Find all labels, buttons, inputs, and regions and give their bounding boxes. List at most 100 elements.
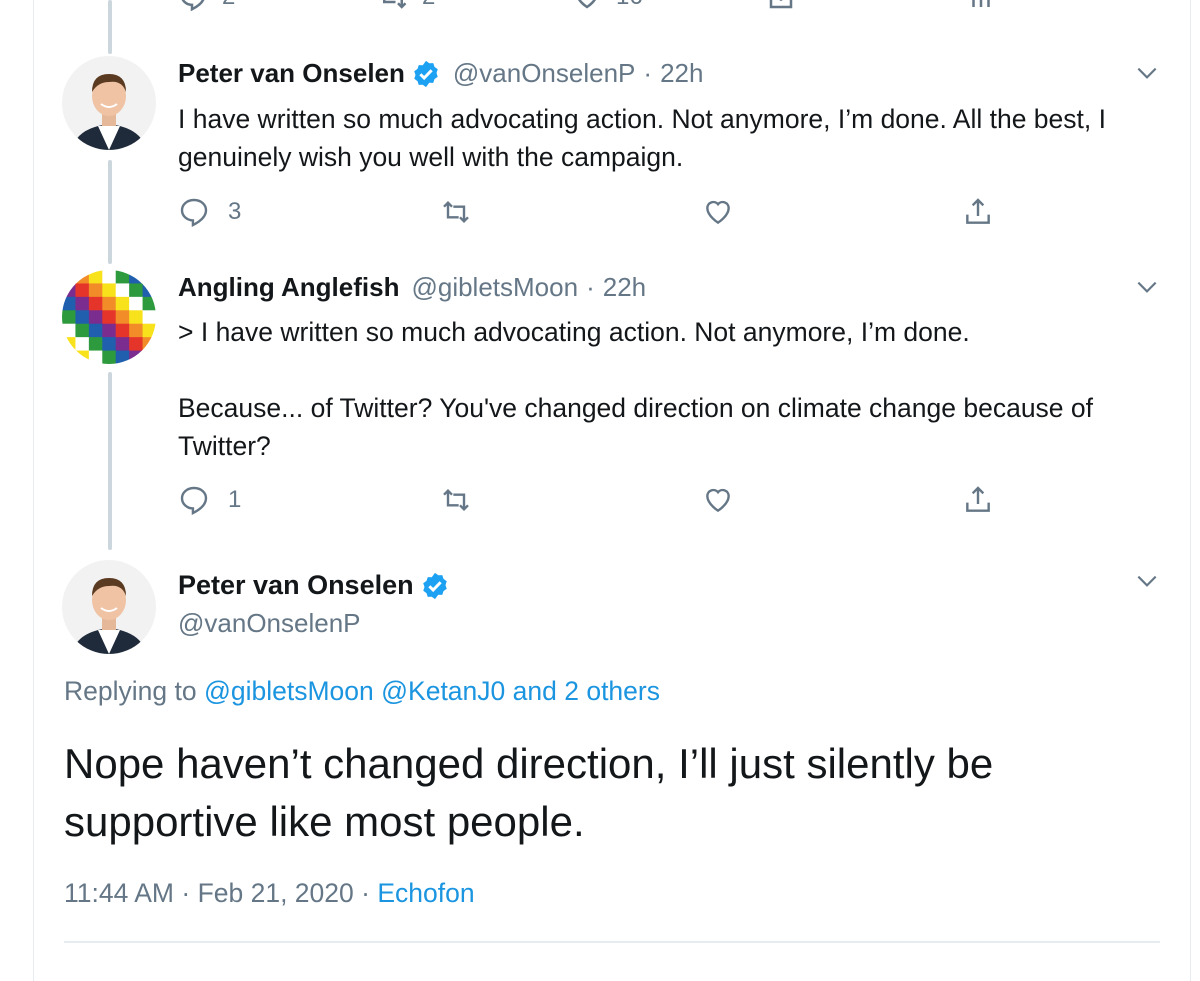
reply-count: 3 bbox=[228, 198, 242, 225]
flag-square bbox=[102, 296, 117, 311]
flag-square bbox=[88, 296, 103, 311]
divider bbox=[64, 941, 1160, 943]
analytics-icon bbox=[972, 0, 990, 7]
flag-square bbox=[62, 296, 76, 311]
tweet-time[interactable]: 11:44 AM bbox=[64, 878, 174, 908]
retweet-button[interactable] bbox=[440, 196, 472, 228]
replying-to: Replying to @gibletsMoon @KetanJ0 and 2 … bbox=[64, 676, 660, 707]
user-handle[interactable]: @vanOnselenP bbox=[453, 58, 636, 89]
verified-badge-icon bbox=[414, 60, 438, 87]
flag-square bbox=[102, 310, 117, 325]
user-handle[interactable]: @gibletsMoon bbox=[411, 272, 578, 303]
reply-button[interactable]: 2 bbox=[178, 0, 235, 12]
share-button[interactable] bbox=[766, 0, 796, 12]
retweet-icon bbox=[443, 488, 469, 512]
like-icon bbox=[706, 200, 730, 225]
flag-square bbox=[62, 337, 76, 352]
like-button[interactable]: 16 bbox=[572, 0, 643, 12]
flag-square bbox=[142, 350, 156, 364]
tweet-header: Peter van Onselen @vanOnselenP · 22h bbox=[178, 58, 703, 89]
flag-square bbox=[102, 337, 117, 352]
tweet-meta: 11:44 AM · Feb 21, 2020 · Echofon bbox=[64, 878, 475, 909]
display-name[interactable]: Angling Anglefish bbox=[178, 272, 399, 303]
flag-square bbox=[142, 337, 156, 352]
flag-square bbox=[102, 283, 117, 298]
timeline-left-border bbox=[33, 0, 34, 981]
flag-square bbox=[62, 323, 76, 338]
user-handle[interactable]: @vanOnselenP bbox=[178, 608, 361, 639]
flag-square bbox=[75, 296, 90, 311]
flag-square bbox=[88, 270, 103, 284]
retweet-count: 2 bbox=[422, 0, 435, 11]
flag-square bbox=[62, 283, 76, 298]
flag-square bbox=[129, 323, 144, 338]
previous-tweet-actions: 2 2 16 bbox=[0, 0, 1200, 18]
reply-icon bbox=[181, 0, 205, 12]
others-link[interactable]: and 2 others bbox=[513, 676, 660, 706]
like-count: 16 bbox=[616, 0, 643, 11]
share-icon bbox=[966, 198, 990, 224]
reply-count: 2 bbox=[222, 0, 235, 11]
flag-square bbox=[102, 270, 117, 284]
reply-count: 1 bbox=[228, 486, 242, 513]
source-link[interactable]: Echofon bbox=[377, 878, 474, 908]
avatar[interactable] bbox=[62, 560, 156, 654]
flag-square bbox=[142, 283, 156, 298]
share-button[interactable] bbox=[962, 196, 994, 228]
timestamp[interactable]: 22h bbox=[660, 58, 703, 89]
reply-button[interactable]: 3 bbox=[178, 196, 241, 228]
like-button[interactable] bbox=[702, 484, 734, 516]
flag-square bbox=[142, 310, 156, 325]
flag-square bbox=[129, 337, 144, 352]
display-name[interactable]: Peter van Onselen bbox=[178, 570, 414, 601]
analytics-button[interactable] bbox=[966, 0, 996, 12]
avatar[interactable] bbox=[62, 270, 156, 364]
share-icon bbox=[769, 0, 793, 9]
mention-link[interactable]: @gibletsMoon bbox=[204, 676, 374, 706]
mention-link[interactable]: @KetanJ0 bbox=[381, 676, 505, 706]
retweet-icon bbox=[443, 200, 469, 224]
tweet-header: Angling Anglefish @gibletsMoon · 22h bbox=[178, 272, 646, 303]
avatar[interactable] bbox=[62, 56, 156, 150]
tweet-actions: 1 bbox=[178, 484, 1008, 524]
flag-square bbox=[88, 283, 103, 298]
like-icon bbox=[706, 488, 730, 513]
tweet-text-reply: Because... of Twitter? You've changed di… bbox=[178, 393, 1094, 461]
flag-square bbox=[115, 350, 130, 364]
flag-square bbox=[129, 283, 144, 298]
flag-square bbox=[102, 350, 117, 364]
timeline-right-border bbox=[1190, 0, 1191, 981]
flag-square bbox=[75, 310, 90, 325]
reply-button[interactable]: 1 bbox=[178, 484, 241, 516]
chevron-down-icon[interactable] bbox=[1134, 568, 1160, 594]
reply-icon bbox=[180, 198, 208, 228]
tweet-actions: 3 bbox=[178, 196, 1008, 236]
flag-square bbox=[142, 270, 156, 284]
flag-square bbox=[75, 350, 90, 364]
flag-square bbox=[62, 270, 76, 284]
display-name[interactable]: Peter van Onselen bbox=[178, 58, 405, 89]
chevron-down-icon[interactable] bbox=[1134, 60, 1160, 86]
share-button[interactable] bbox=[962, 484, 994, 516]
retweet-button[interactable] bbox=[440, 484, 472, 516]
flag-square bbox=[75, 283, 90, 298]
flag-square bbox=[75, 270, 90, 284]
tweet-date[interactable]: Feb 21, 2020 bbox=[198, 878, 354, 908]
flag-square bbox=[115, 283, 130, 298]
timestamp[interactable]: 22h bbox=[603, 272, 646, 303]
retweet-button[interactable]: 2 bbox=[378, 0, 435, 12]
flag-square bbox=[88, 350, 103, 364]
flag-square bbox=[62, 310, 76, 325]
share-icon bbox=[966, 486, 990, 512]
flag-square bbox=[142, 323, 156, 338]
reply-icon bbox=[180, 486, 208, 516]
chevron-down-icon[interactable] bbox=[1134, 274, 1160, 300]
separator: · bbox=[361, 878, 370, 908]
flag-square bbox=[129, 296, 144, 311]
like-icon bbox=[578, 0, 596, 9]
flag-square bbox=[142, 296, 156, 311]
flag-square bbox=[88, 323, 103, 338]
flag-square bbox=[115, 296, 130, 311]
like-button[interactable] bbox=[702, 196, 734, 228]
separator: · bbox=[586, 272, 595, 302]
